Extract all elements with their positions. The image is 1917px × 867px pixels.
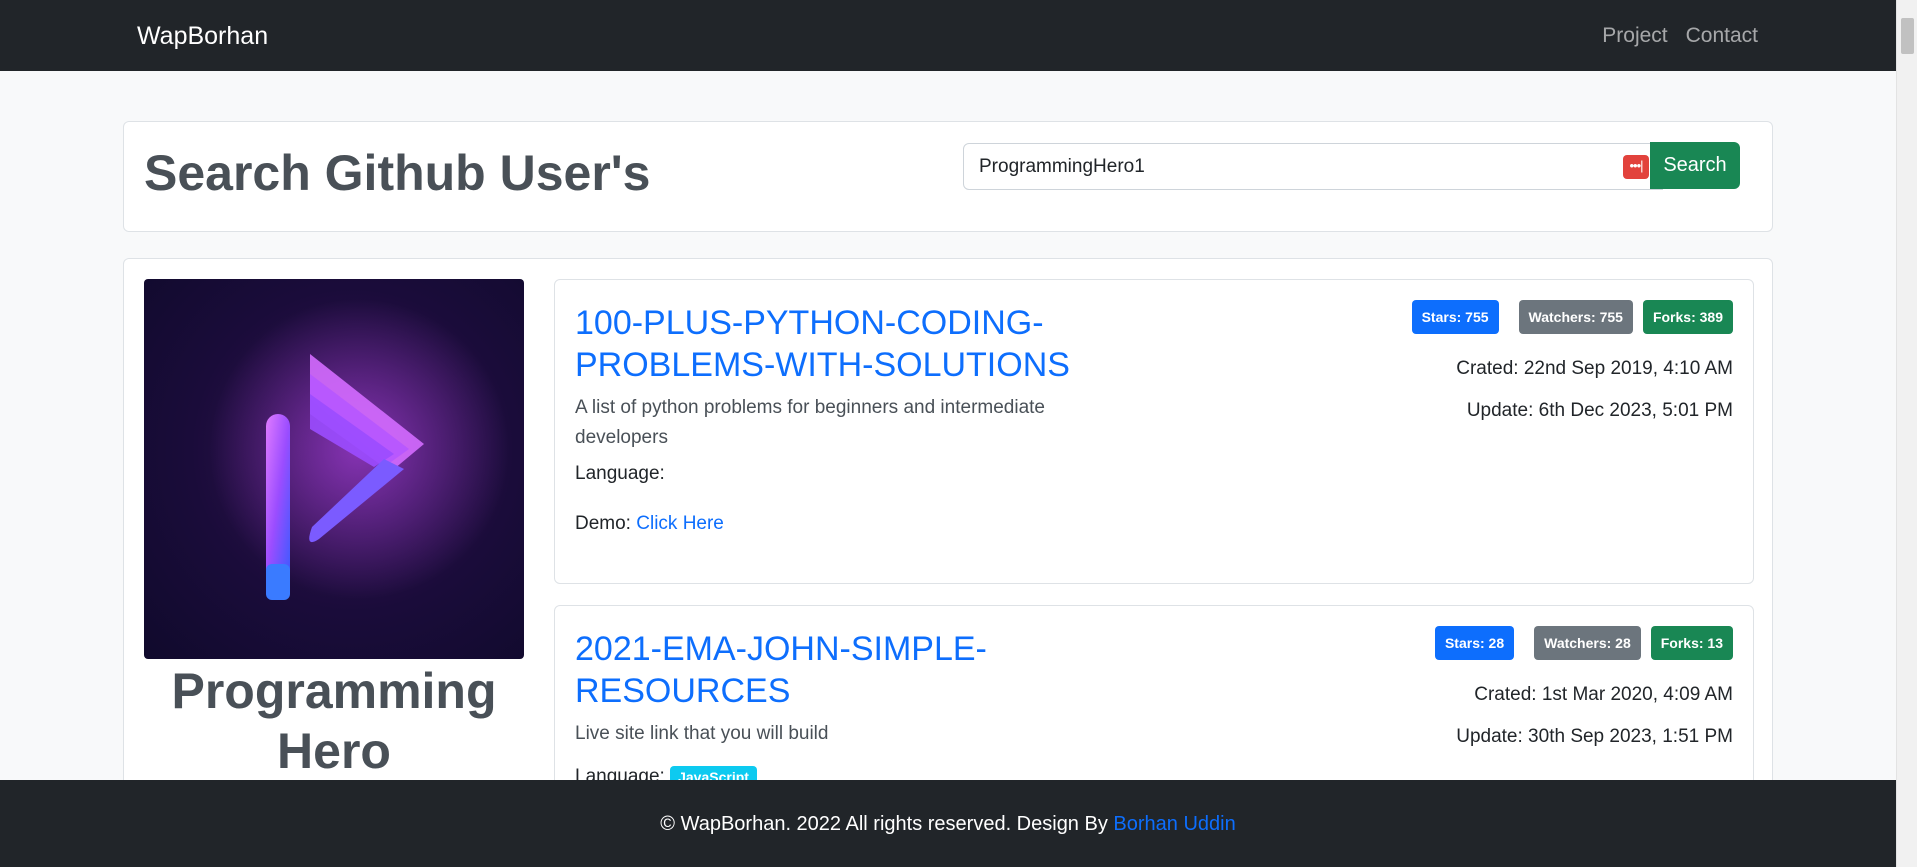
author-link[interactable]: Borhan Uddin: [1113, 813, 1235, 835]
demo-link[interactable]: Click Here: [636, 513, 724, 534]
user-avatar: [144, 279, 524, 659]
top-navbar: WapBorhan Project Contact: [0, 0, 1896, 71]
language-label: Language:: [575, 463, 665, 484]
created-date: Crated: 22nd Sep 2019, 4:10 AM: [1456, 358, 1733, 379]
repo-description: A list of python problems for beginners …: [575, 397, 1045, 448]
stars-badge: Stars: 28: [1434, 626, 1515, 660]
repo-badges: Stars: 28 Watchers: 28 Forks: 13: [1434, 626, 1733, 660]
page-scrollbar[interactable]: [1896, 0, 1917, 867]
repo-dates: Crated: 1st Mar 2020, 4:09 AM Update: 30…: [1456, 684, 1733, 768]
results-card: Programming Hero 100-PLUS-PYTHON-CODING-…: [123, 258, 1773, 818]
demo-label: Demo:: [575, 513, 631, 534]
stars-badge: Stars: 755: [1411, 300, 1499, 334]
user-name: Programming Hero: [171, 663, 497, 779]
scrollbar-thumb[interactable]: [1901, 18, 1914, 54]
password-manager-icon[interactable]: •••|: [1623, 155, 1649, 179]
repo-demo: Demo: Click Here: [575, 513, 724, 535]
nav-link-contact[interactable]: Contact: [1686, 24, 1758, 48]
created-date: Crated: 1st Mar 2020, 4:09 AM: [1474, 684, 1733, 705]
search-input-wrapper: •••|: [963, 143, 1663, 190]
nav-link-project[interactable]: Project: [1602, 24, 1667, 48]
repo-dates: Crated: 22nd Sep 2019, 4:10 AM Update: 6…: [1456, 358, 1733, 442]
footer-text: © WapBorhan. 2022 All rights reserved. D…: [0, 813, 1896, 836]
programming-hero-logo: [209, 299, 509, 600]
repo-language: Language:: [575, 463, 665, 485]
repo-name-link[interactable]: 2021-EMA-JOHN-SIMPLE-RESOURCES: [575, 628, 1095, 712]
footer: © WapBorhan. 2022 All rights reserved. D…: [0, 780, 1896, 867]
search-button[interactable]: Search: [1650, 142, 1740, 189]
updated-date: Update: 30th Sep 2023, 1:51 PM: [1456, 726, 1733, 747]
search-input[interactable]: [964, 144, 1662, 189]
page-title: Search Github User's: [144, 145, 651, 201]
repo-description: Live site link that you will build: [575, 723, 829, 744]
forks-badge: Forks: 389: [1642, 300, 1733, 334]
updated-date: Update: 6th Dec 2023, 5:01 PM: [1466, 400, 1733, 421]
nav-links: Project Contact: [1602, 24, 1758, 48]
search-card: Search Github User's •••| Search: [123, 121, 1773, 232]
forks-badge: Forks: 13: [1650, 626, 1733, 660]
repo-badges: Stars: 755 Watchers: 755 Forks: 389: [1411, 300, 1733, 334]
repo-card: 100-PLUS-PYTHON-CODING-PROBLEMS-WITH-SOL…: [554, 279, 1754, 584]
watchers-badge: Watchers: 28: [1534, 626, 1641, 660]
watchers-badge: Watchers: 755: [1518, 300, 1633, 334]
copyright-text: © WapBorhan. 2022 All rights reserved. D…: [660, 813, 1108, 835]
brand-link[interactable]: WapBorhan: [137, 22, 268, 51]
repo-name-link[interactable]: 100-PLUS-PYTHON-CODING-PROBLEMS-WITH-SOL…: [575, 302, 1095, 386]
